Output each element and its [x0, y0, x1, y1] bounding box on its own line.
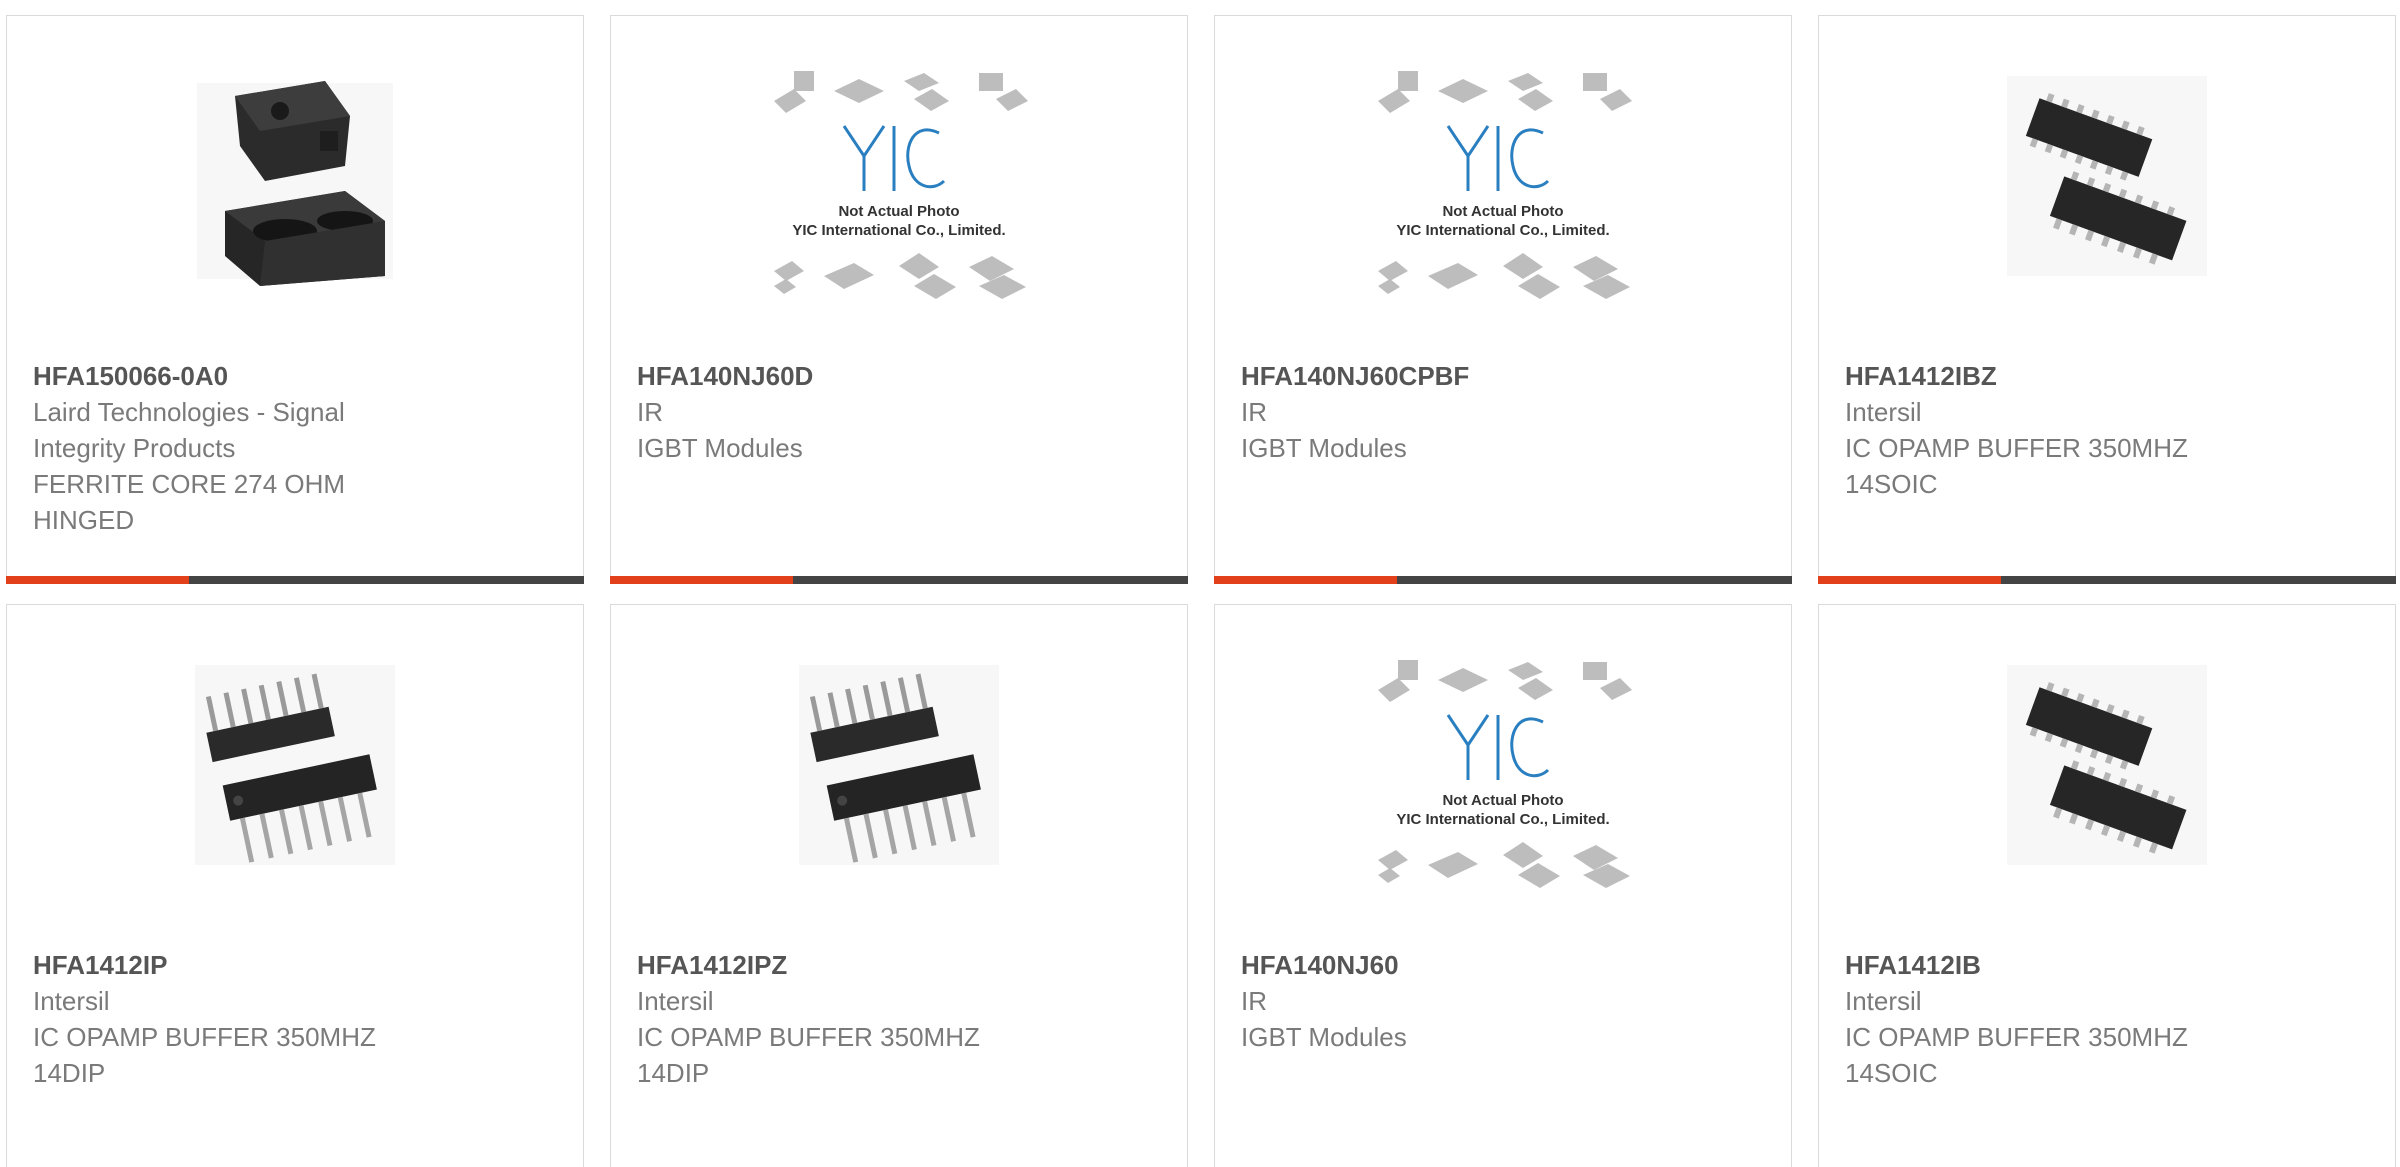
- placeholder-image[interactable]: Not Actual Photo YIC International Co., …: [1215, 660, 1791, 950]
- description: IGBT Modules: [1241, 433, 1407, 463]
- dip-chip-image[interactable]: [611, 660, 1187, 950]
- manufacturer: IR: [1241, 986, 1267, 1016]
- product-info: HFA140NJ60D IR IGBT Modules: [637, 358, 1167, 466]
- card-footer-bar: [6, 576, 584, 584]
- product-card[interactable]: Not Actual Photo YIC International Co., …: [610, 15, 1188, 584]
- dip-chip-image[interactable]: [7, 660, 583, 950]
- manufacturer: Intersil: [637, 986, 714, 1016]
- soic-chip-image[interactable]: [1819, 71, 2395, 361]
- product-info: HFA1412IBZ Intersil IC OPAMP BUFFER 350M…: [1845, 358, 2375, 502]
- description: IGBT Modules: [1241, 1022, 1407, 1052]
- soic-chip-image[interactable]: [1819, 660, 2395, 950]
- product-card[interactable]: HFA1412IPZ Intersil IC OPAMP BUFFER 350M…: [610, 604, 1188, 1167]
- yic-logo: [842, 125, 946, 191]
- part-number[interactable]: HFA140NJ60CPBF: [1241, 358, 1771, 394]
- part-number[interactable]: HFA140NJ60D: [637, 358, 1167, 394]
- card-footer-bar: [610, 576, 1188, 584]
- svg-text:Not Actual Photo: Not Actual Photo: [838, 203, 959, 220]
- part-number[interactable]: HFA1412IB: [1845, 947, 2375, 983]
- part-number[interactable]: HFA1412IP: [33, 947, 563, 983]
- product-info: HFA140NJ60CPBF IR IGBT Modules: [1241, 358, 1771, 466]
- manufacturer: IR: [637, 397, 663, 427]
- placeholder-image[interactable]: Not Actual Photo YIC International Co., …: [1215, 71, 1791, 361]
- manufacturer: Intersil: [33, 986, 110, 1016]
- product-card[interactable]: Not Actual Photo YIC International Co., …: [1214, 604, 1792, 1167]
- ferrite-core-image[interactable]: [7, 71, 583, 361]
- svg-text:YIC International Co., Limited: YIC International Co., Limited.: [1396, 222, 1609, 239]
- product-card[interactable]: HFA150066-0A0 Laird Technologies - Signa…: [6, 15, 584, 584]
- placeholder-image[interactable]: Not Actual Photo YIC International Co., …: [611, 71, 1187, 361]
- product-info: HFA1412IP Intersil IC OPAMP BUFFER 350MH…: [33, 947, 563, 1091]
- card-footer-bar: [1214, 576, 1792, 584]
- svg-text:YIC International Co., Limited: YIC International Co., Limited.: [792, 222, 1005, 239]
- description: IGBT Modules: [637, 433, 803, 463]
- product-grid: HFA150066-0A0 Laird Technologies - Signa…: [0, 0, 2400, 1167]
- manufacturer: Intersil: [1845, 397, 1922, 427]
- product-card[interactable]: HFA1412IP Intersil IC OPAMP BUFFER 350MH…: [6, 604, 584, 1167]
- manufacturer: IR: [1241, 397, 1267, 427]
- product-card[interactable]: HFA1412IB Intersil IC OPAMP BUFFER 350MH…: [1818, 604, 2396, 1167]
- svg-text:Not Actual Photo: Not Actual Photo: [1442, 203, 1563, 220]
- description: IC OPAMP BUFFER 350MHZ 14SOIC: [1845, 433, 2188, 499]
- product-info: HFA150066-0A0 Laird Technologies - Signa…: [33, 358, 563, 538]
- svg-text:Not Actual Photo: Not Actual Photo: [1442, 792, 1563, 809]
- part-number[interactable]: HFA140NJ60: [1241, 947, 1771, 983]
- manufacturer: Laird Technologies - Signal Integrity Pr…: [33, 397, 345, 463]
- product-card[interactable]: HFA1412IBZ Intersil IC OPAMP BUFFER 350M…: [1818, 15, 2396, 584]
- description: IC OPAMP BUFFER 350MHZ 14DIP: [33, 1022, 376, 1088]
- product-card[interactable]: Not Actual Photo YIC International Co., …: [1214, 15, 1792, 584]
- card-footer-bar: [1818, 576, 2396, 584]
- yic-logo: [1446, 714, 1550, 780]
- part-number[interactable]: HFA1412IPZ: [637, 947, 1167, 983]
- svg-text:YIC International Co., Limited: YIC International Co., Limited.: [1396, 811, 1609, 828]
- product-info: HFA1412IPZ Intersil IC OPAMP BUFFER 350M…: [637, 947, 1167, 1091]
- yic-logo: [1446, 125, 1550, 191]
- manufacturer: Intersil: [1845, 986, 1922, 1016]
- description: FERRITE CORE 274 OHM HINGED: [33, 469, 346, 535]
- product-info: HFA1412IB Intersil IC OPAMP BUFFER 350MH…: [1845, 947, 2375, 1091]
- product-info: HFA140NJ60 IR IGBT Modules: [1241, 947, 1771, 1055]
- description: IC OPAMP BUFFER 350MHZ 14DIP: [637, 1022, 980, 1088]
- part-number[interactable]: HFA150066-0A0: [33, 358, 563, 394]
- description: IC OPAMP BUFFER 350MHZ 14SOIC: [1845, 1022, 2188, 1088]
- part-number[interactable]: HFA1412IBZ: [1845, 358, 2375, 394]
